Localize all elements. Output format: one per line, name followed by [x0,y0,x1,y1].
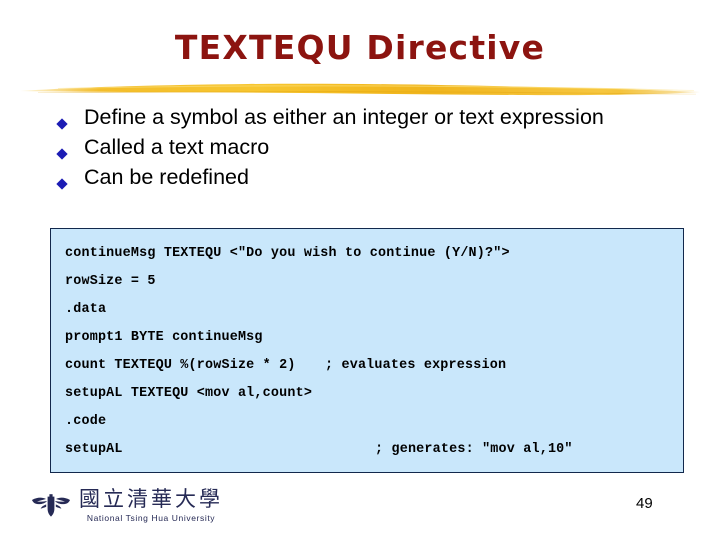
list-item-label: Called a text macro [84,135,270,159]
bullet-list: Define a symbol as either an integer or … [56,104,658,194]
winged-emblem-icon [32,493,70,517]
list-item: Define a symbol as either an integer or … [56,104,658,133]
code-line: .code [65,414,107,429]
diamond-bullet-icon [56,104,84,133]
diamond-bullet-icon [56,164,84,193]
code-line: .data [65,302,107,317]
code-line: setupAL TEXTEQU <mov al,count> [65,386,313,401]
code-line: setupAL [65,442,123,457]
list-item-label: Can be redefined [84,165,249,189]
page-number: 49 [636,495,653,512]
code-line: rowSize = 5 [65,274,156,289]
code-line: count TEXTEQU %(rowSize * 2) [65,358,296,373]
code-block: continueMsg TEXTEQU <"Do you wish to con… [50,228,684,473]
logo-english-name: National Tsing Hua University [86,513,216,523]
code-line: continueMsg TEXTEQU <"Do you wish to con… [65,246,510,261]
code-comment: ; generates: "mov al,10" [375,442,573,457]
code-comment: ; evaluates expression [325,358,507,373]
title-underline-brushstroke [18,80,702,98]
logo-chinese-name: 國立清華大學 [79,487,223,511]
list-item: Can be redefined [56,164,658,193]
list-item: Called a text macro [56,134,658,163]
list-item-label: Define a symbol as either an integer or … [84,105,604,129]
diamond-bullet-icon [56,134,84,163]
page-title: TEXTEQU Directive [174,28,546,67]
code-line: prompt1 BYTE continueMsg [65,330,263,345]
university-logo: 國立清華大學 National Tsing Hua University [30,487,223,524]
